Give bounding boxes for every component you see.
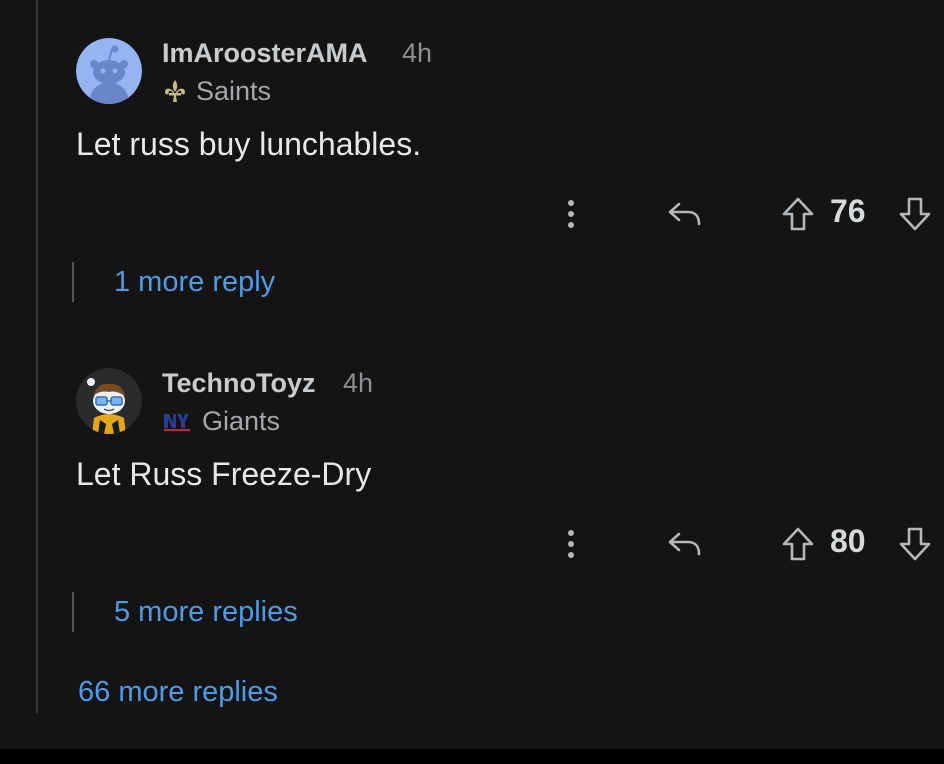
avatar[interactable] bbox=[76, 368, 142, 434]
downvote-arrow-icon bbox=[899, 197, 931, 231]
thread-line bbox=[36, 0, 38, 713]
flair-label: Giants bbox=[202, 405, 281, 436]
upvote-arrow-icon bbox=[782, 527, 814, 561]
reply-button[interactable] bbox=[662, 522, 708, 566]
reply-arrow-icon bbox=[668, 202, 701, 226]
downvote-arrow-icon bbox=[899, 527, 931, 561]
upvote-button[interactable] bbox=[777, 192, 819, 236]
reply-button[interactable] bbox=[662, 192, 708, 236]
downvote-button[interactable] bbox=[892, 522, 938, 566]
more-options-button[interactable] bbox=[555, 192, 587, 236]
username[interactable]: TechnoToyz bbox=[162, 368, 316, 399]
reply-rail bbox=[72, 262, 74, 302]
comment-body: Let Russ Freeze-Dry bbox=[76, 456, 372, 492]
bottom-bar bbox=[0, 749, 944, 764]
downvote-button[interactable] bbox=[892, 192, 938, 236]
upvote-button[interactable] bbox=[777, 522, 819, 566]
vote-score: 80 bbox=[830, 523, 866, 559]
more-replies-link[interactable]: 5 more replies bbox=[114, 596, 298, 629]
custom-snoo-avatar-icon bbox=[76, 368, 142, 434]
load-more-replies-link[interactable]: 66 more replies bbox=[78, 676, 278, 709]
vote-score: 76 bbox=[830, 193, 866, 229]
user-flair: Saints bbox=[162, 74, 271, 108]
flair-label: Saints bbox=[196, 75, 272, 106]
avatar[interactable] bbox=[76, 38, 142, 104]
comment-age: 4h bbox=[343, 368, 374, 398]
reply-arrow-icon bbox=[668, 532, 701, 556]
comment-body: Let russ buy lunchables. bbox=[76, 126, 422, 162]
fleur-de-lis-icon bbox=[165, 80, 185, 102]
upvote-arrow-icon bbox=[782, 197, 814, 231]
user-flair: Giants bbox=[162, 404, 280, 438]
vertical-ellipsis-icon bbox=[568, 530, 574, 558]
more-options-button[interactable] bbox=[555, 522, 587, 566]
username[interactable]: ImAroosterAMA bbox=[162, 38, 368, 69]
ny-giants-logo-icon bbox=[164, 414, 190, 431]
comment-age: 4h bbox=[402, 38, 433, 68]
vertical-ellipsis-icon bbox=[568, 200, 574, 228]
more-replies-link[interactable]: 1 more reply bbox=[114, 266, 275, 299]
reply-rail bbox=[72, 592, 74, 632]
snoo-avatar-icon bbox=[76, 38, 142, 104]
